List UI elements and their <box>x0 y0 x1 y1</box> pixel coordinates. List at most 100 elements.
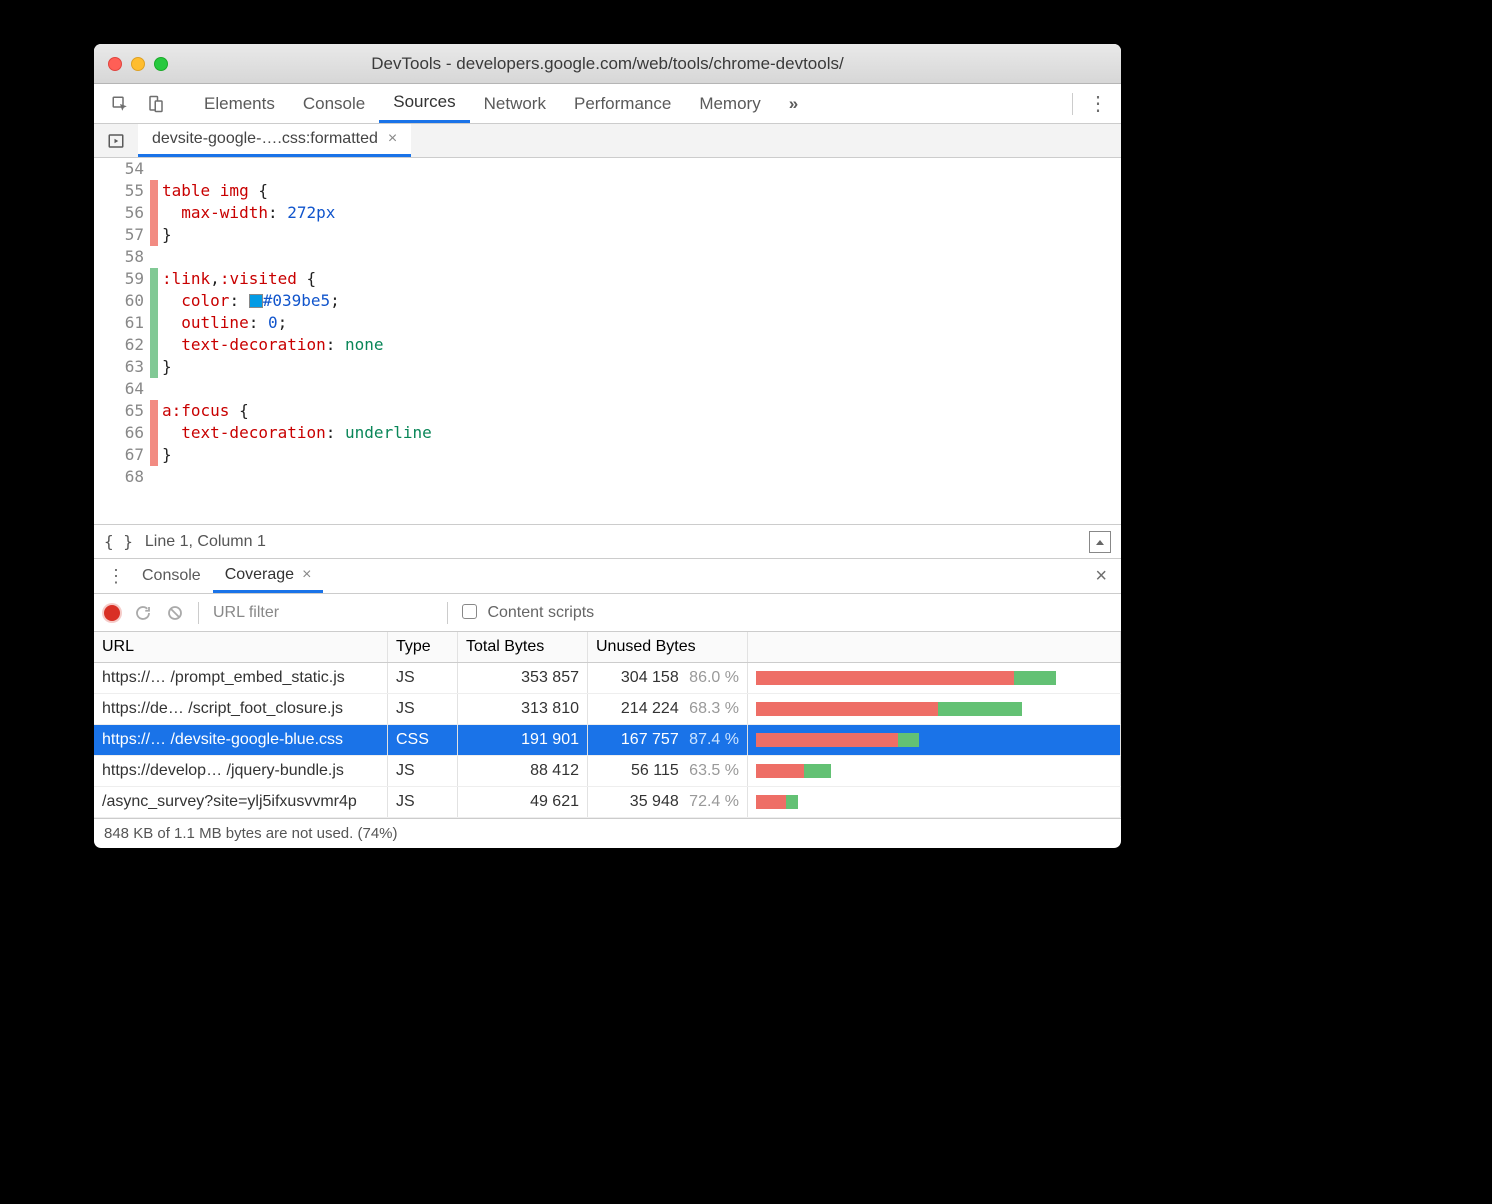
close-drawer-tab-icon[interactable]: × <box>302 566 311 584</box>
inspect-element-icon[interactable] <box>102 84 138 123</box>
main-tab-strip: ElementsConsoleSourcesNetworkPerformance… <box>94 84 1121 124</box>
code-line: } <box>162 224 1121 246</box>
tab-console[interactable]: Console <box>289 84 379 123</box>
col-header-type[interactable]: Type <box>388 632 458 662</box>
url-filter-input[interactable]: URL filter <box>213 604 433 622</box>
content-scripts-label: Content scripts <box>487 604 594 621</box>
tabs-overflow-button[interactable]: » <box>775 84 812 123</box>
cell-usage-bar <box>748 787 1121 817</box>
coverage-toolbar: URL filter Content scripts <box>94 594 1121 632</box>
cell-url: https://… /prompt_embed_static.js <box>94 663 388 693</box>
usage-bar <box>756 764 831 778</box>
col-header-unused[interactable]: Unused Bytes <box>588 632 748 662</box>
code-line: outline: 0; <box>162 312 1121 334</box>
coverage-row[interactable]: https://… /devsite-google-blue.cssCSS191… <box>94 725 1121 756</box>
coverage-marker <box>150 158 158 180</box>
coverage-marker <box>150 180 158 202</box>
coverage-row[interactable]: https://de… /script_foot_closure.jsJS313… <box>94 694 1121 725</box>
cell-url: https://develop… /jquery-bundle.js <box>94 756 388 786</box>
divider <box>1072 93 1073 115</box>
drawer-tab-label: Console <box>142 567 201 585</box>
line-number: 68 <box>94 466 144 488</box>
code-line <box>162 466 1121 488</box>
pretty-print-icon[interactable]: { } <box>104 532 133 551</box>
tab-sources[interactable]: Sources <box>379 84 469 123</box>
coverage-marker <box>150 466 158 488</box>
code-line <box>162 246 1121 268</box>
drawer-kebab-icon[interactable]: ⋮ <box>102 559 130 593</box>
line-number: 55 <box>94 180 144 202</box>
coverage-table-header: URL Type Total Bytes Unused Bytes <box>94 632 1121 663</box>
editor-status-bar: { } Line 1, Column 1 <box>94 524 1121 558</box>
code-line: } <box>162 444 1121 466</box>
reload-icon[interactable] <box>134 604 152 622</box>
line-number: 64 <box>94 378 144 400</box>
source-file-tab[interactable]: devsite-google-….css:formatted × <box>138 124 411 157</box>
usage-bar <box>756 671 1056 685</box>
usage-bar-used <box>804 764 831 778</box>
line-number: 61 <box>94 312 144 334</box>
divider <box>198 602 199 624</box>
close-drawer-icon[interactable]: × <box>1095 565 1107 588</box>
usage-bar-unused <box>756 733 898 747</box>
code-line: text-decoration: underline <box>162 422 1121 444</box>
device-toolbar-icon[interactable] <box>138 84 174 123</box>
content-scripts-checkbox[interactable]: Content scripts <box>462 604 594 622</box>
usage-bar <box>756 733 919 747</box>
code-line: color: #039be5; <box>162 290 1121 312</box>
drawer-tab-console[interactable]: Console <box>130 559 213 593</box>
devtools-window: DevTools - developers.google.com/web/too… <box>94 44 1121 848</box>
cell-usage-bar <box>748 694 1121 724</box>
usage-bar-used <box>898 733 918 747</box>
col-header-total[interactable]: Total Bytes <box>458 632 588 662</box>
code-line: table img { <box>162 180 1121 202</box>
coverage-marker <box>150 202 158 224</box>
code-line <box>162 158 1121 180</box>
line-number: 57 <box>94 224 144 246</box>
coverage-marker <box>150 422 158 444</box>
clear-icon[interactable] <box>166 604 184 622</box>
drawer-tab-coverage[interactable]: Coverage× <box>213 559 324 593</box>
code-line: text-decoration: none <box>162 334 1121 356</box>
line-number: 67 <box>94 444 144 466</box>
usage-bar-used <box>1014 671 1056 685</box>
tab-network[interactable]: Network <box>470 84 560 123</box>
code-editor[interactable]: 545556575859606162636465666768 table img… <box>94 158 1121 524</box>
checkbox-icon <box>462 604 477 619</box>
coverage-marker <box>150 312 158 334</box>
cell-total: 353 857 <box>458 663 588 693</box>
usage-bar-unused <box>756 795 786 809</box>
coverage-marker <box>150 334 158 356</box>
tab-elements[interactable]: Elements <box>190 84 289 123</box>
line-number: 63 <box>94 356 144 378</box>
drawer-tab-strip: ⋮ Console Coverage× × <box>94 558 1121 594</box>
cell-total: 88 412 <box>458 756 588 786</box>
tab-memory[interactable]: Memory <box>685 84 774 123</box>
cell-usage-bar <box>748 756 1121 786</box>
line-number-gutter: 545556575859606162636465666768 <box>94 158 150 524</box>
cell-url: https://de… /script_foot_closure.js <box>94 694 388 724</box>
record-button[interactable] <box>104 605 120 621</box>
coverage-gutter <box>150 158 158 524</box>
line-number: 60 <box>94 290 144 312</box>
cell-type: CSS <box>388 725 458 755</box>
show-navigator-icon[interactable] <box>94 124 138 157</box>
usage-bar-unused <box>756 764 804 778</box>
coverage-row[interactable]: https://… /prompt_embed_static.jsJS353 8… <box>94 663 1121 694</box>
cursor-position: Line 1, Column 1 <box>145 533 266 551</box>
close-file-tab-icon[interactable]: × <box>388 130 397 148</box>
col-header-bar <box>748 632 1121 662</box>
toggle-sidebar-icon[interactable] <box>1089 531 1111 553</box>
cell-unused: 56 115 63.5 % <box>588 756 748 786</box>
tab-performance[interactable]: Performance <box>560 84 685 123</box>
usage-bar-unused <box>756 702 938 716</box>
cell-type: JS <box>388 756 458 786</box>
coverage-marker <box>150 290 158 312</box>
col-header-url[interactable]: URL <box>94 632 388 662</box>
coverage-row[interactable]: https://develop… /jquery-bundle.jsJS88 4… <box>94 756 1121 787</box>
coverage-row[interactable]: /async_survey?site=ylj5ifxusvvmr4pJS49 6… <box>94 787 1121 818</box>
divider <box>447 602 448 624</box>
window-title: DevTools - developers.google.com/web/too… <box>94 54 1121 74</box>
settings-kebab-icon[interactable]: ⋮ <box>1083 91 1113 116</box>
cell-usage-bar <box>748 663 1121 693</box>
